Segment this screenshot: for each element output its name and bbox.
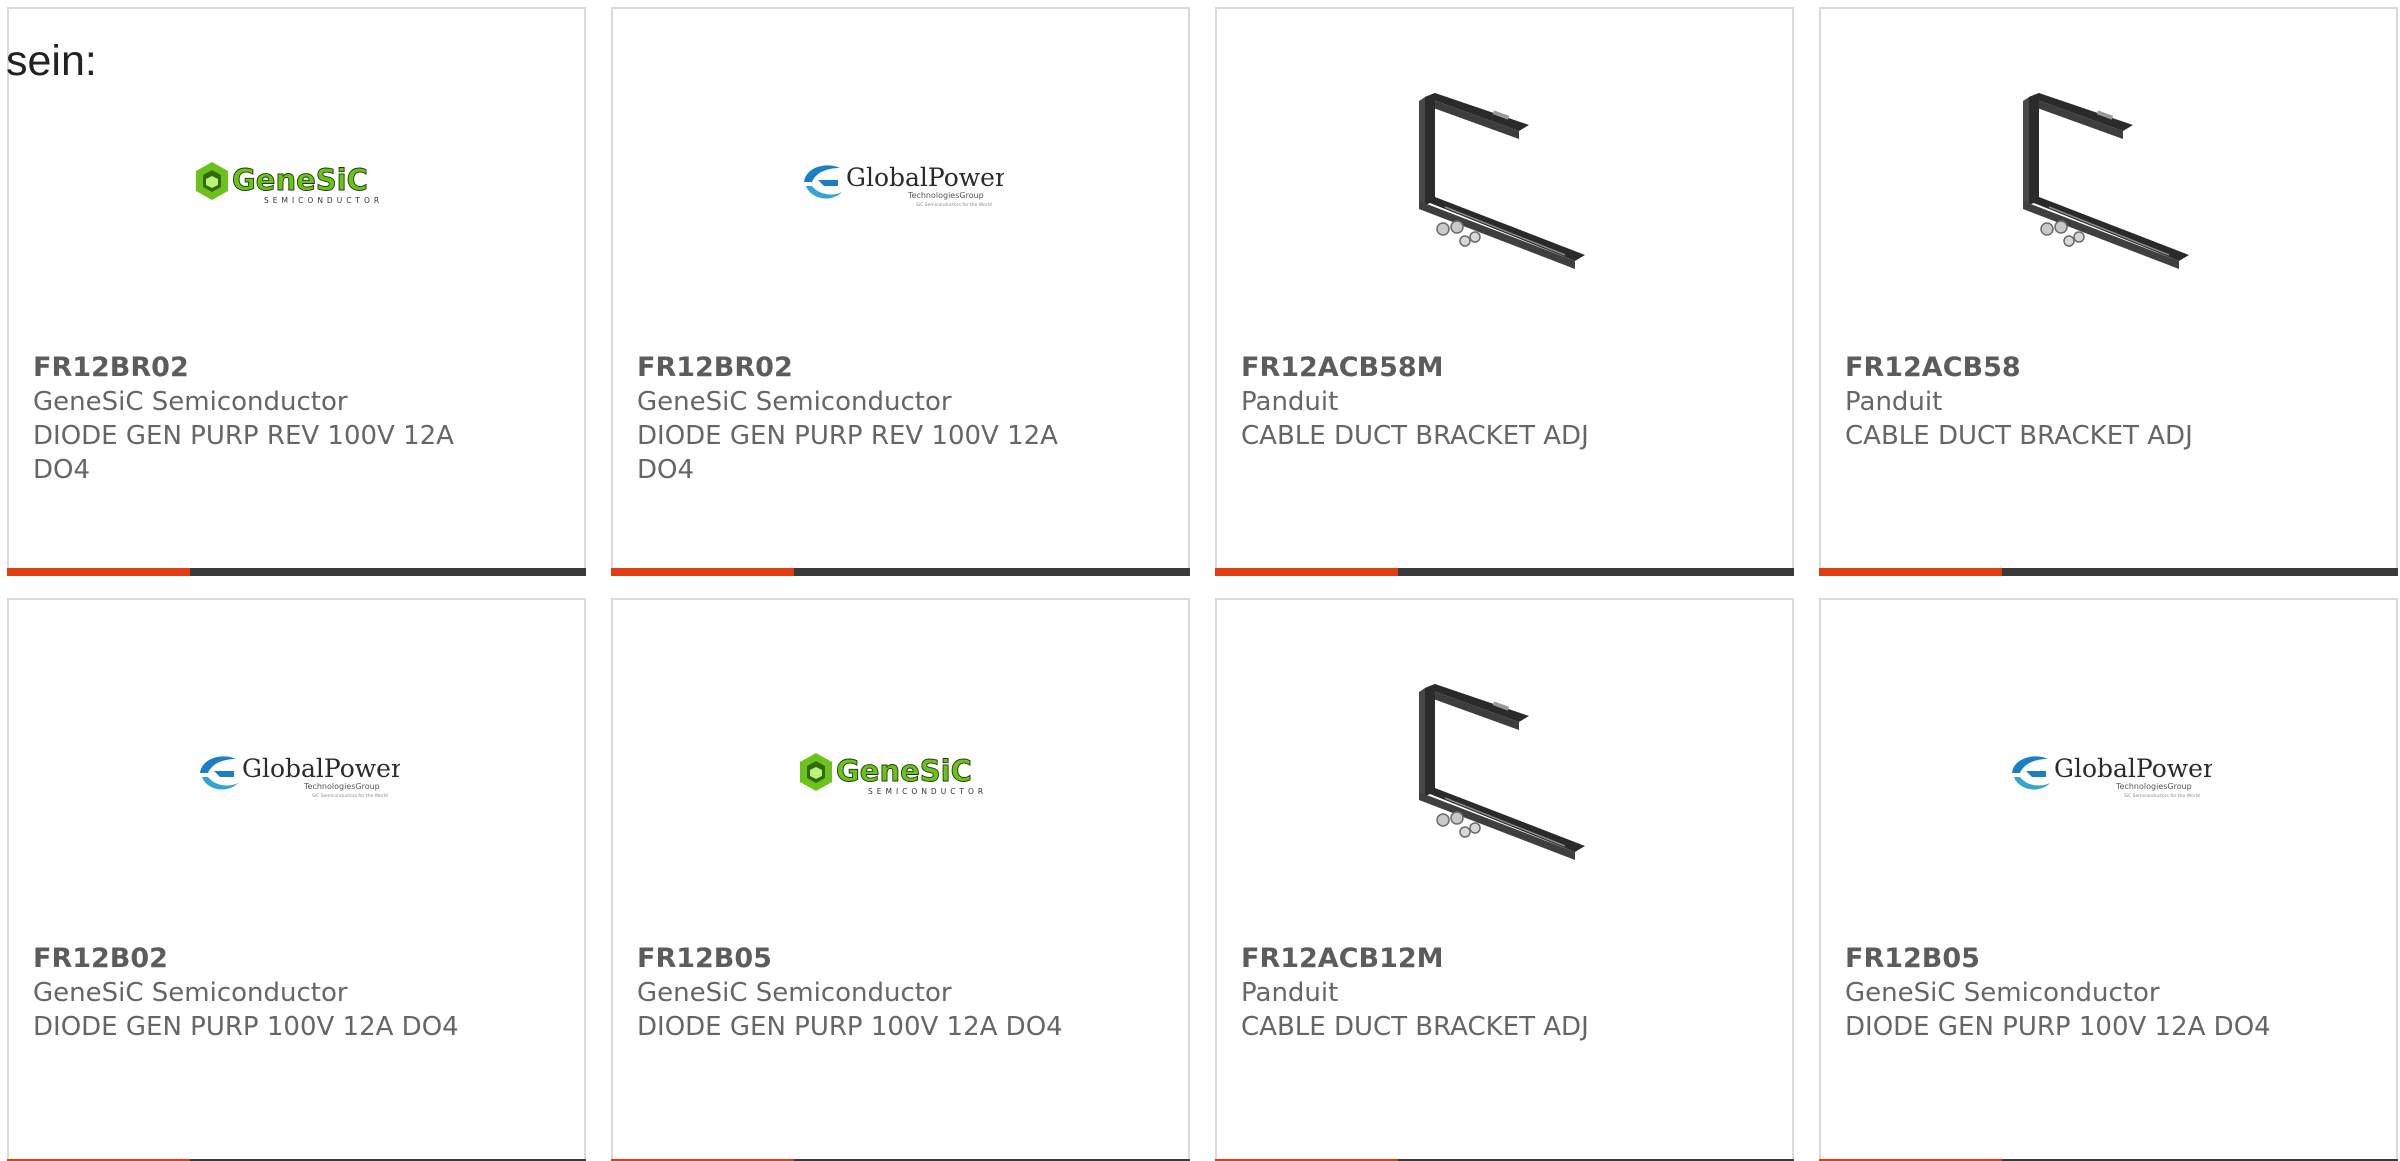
part-number[interactable]: FR12ACB12M xyxy=(1241,942,1681,976)
product-info: FR12B05 GeneSiC Semiconductor DIODE GEN PU… xyxy=(637,942,1077,1044)
cable-duct-bracket-image xyxy=(1418,684,1585,860)
manufacturer-name: GeneSiC Semiconductor xyxy=(33,387,348,417)
product-info: FR12BR02 GeneSiC Semiconductor DIODE GEN P… xyxy=(33,351,473,487)
product-card[interactable]: GlobalPower TechnologiesGroup SiC Semico… xyxy=(7,598,586,1161)
svg-text:GeneSiC: GeneSiC xyxy=(836,754,972,788)
card-bottom-bar xyxy=(1215,568,1794,576)
product-description: DIODE GEN PURP 100V 12A DO4 xyxy=(637,1012,1063,1042)
part-number[interactable]: FR12ACB58 xyxy=(1845,351,2285,385)
globalpower-logo: GlobalPower TechnologiesGroup SiC Semico… xyxy=(2011,754,2212,799)
product-image[interactable] xyxy=(1821,79,2396,289)
manufacturer-name: Panduit xyxy=(1845,387,1943,417)
svg-text:SiC Semiconductors for the Wor: SiC Semiconductors for the World xyxy=(916,202,992,208)
manufacturer-name: Panduit xyxy=(1241,978,1339,1008)
product-description: DIODE GEN PURP 100V 12A DO4 xyxy=(1845,1012,2271,1042)
svg-text:GlobalPower: GlobalPower xyxy=(846,163,1004,192)
svg-text:TechnologiesGroup: TechnologiesGroup xyxy=(907,191,984,200)
globalpower-logo: GlobalPower TechnologiesGroup SiC Semico… xyxy=(199,754,400,799)
genesic-logo: GeneSiC SEMICONDUCTOR xyxy=(799,753,987,796)
product-info: FR12B02 GeneSiC Semiconductor DIODE GEN PU… xyxy=(33,942,473,1044)
product-image[interactable]: GeneSiC SEMICONDUCTOR xyxy=(9,79,584,289)
svg-text:SEMICONDUCTOR: SEMICONDUCTOR xyxy=(264,196,383,205)
card-bottom-bar xyxy=(7,568,586,576)
product-description: DIODE GEN PURP 100V 12A DO4 xyxy=(33,1012,459,1042)
product-description: CABLE DUCT BRACKET ADJ xyxy=(1241,1012,1589,1042)
product-card[interactable]: GlobalPower TechnologiesGroup SiC Semico… xyxy=(1819,598,2398,1161)
svg-text:TechnologiesGroup: TechnologiesGroup xyxy=(303,782,380,791)
product-card[interactable]: FR12ACB58M Panduit CABLE DUCT BRACKET ADJ xyxy=(1215,7,1794,576)
product-card[interactable]: GlobalPower TechnologiesGroup SiC Semico… xyxy=(611,7,1190,576)
part-number[interactable]: FR12ACB58M xyxy=(1241,351,1681,385)
card-bottom-bar xyxy=(611,568,1190,576)
product-info: FR12B05 GeneSiC Semiconductor DIODE GEN PU… xyxy=(1845,942,2285,1044)
cable-duct-bracket-image xyxy=(2022,93,2189,269)
product-card[interactable]: GeneSiC SEMICONDUCTOR FR12B05 GeneSiC Sem… xyxy=(611,598,1190,1161)
product-description: DIODE GEN PURP REV 100V 12A DO4 xyxy=(637,421,1058,485)
card-accent-strip xyxy=(7,568,190,576)
product-results-page: sein: GeneSiC SEMICONDUCTOR FR12BR02 Gene… xyxy=(0,0,2400,1161)
part-number[interactable]: FR12B05 xyxy=(637,942,1077,976)
card-accent-strip xyxy=(1215,568,1398,576)
svg-text:GeneSiC: GeneSiC xyxy=(232,163,368,197)
product-description: CABLE DUCT BRACKET ADJ xyxy=(1845,421,2193,451)
product-card[interactable]: FR12ACB12M Panduit CABLE DUCT BRACKET ADJ xyxy=(1215,598,1794,1161)
product-card[interactable]: FR12ACB58 Panduit CABLE DUCT BRACKET ADJ xyxy=(1819,7,2398,576)
product-grid: GeneSiC SEMICONDUCTOR FR12BR02 GeneSiC Se… xyxy=(7,7,2398,1161)
svg-text:SEMICONDUCTOR: SEMICONDUCTOR xyxy=(868,787,987,796)
product-image[interactable]: GeneSiC SEMICONDUCTOR xyxy=(613,670,1188,880)
part-number[interactable]: FR12B02 xyxy=(33,942,473,976)
part-number[interactable]: FR12B05 xyxy=(1845,942,2285,976)
product-description: CABLE DUCT BRACKET ADJ xyxy=(1241,421,1589,451)
svg-text:SiC Semiconductors for the Wor: SiC Semiconductors for the World xyxy=(2124,793,2200,799)
card-accent-strip xyxy=(1819,568,2002,576)
manufacturer-name: GeneSiC Semiconductor xyxy=(33,978,348,1008)
cable-duct-bracket-image xyxy=(1418,93,1585,269)
product-image[interactable]: GlobalPower TechnologiesGroup SiC Semico… xyxy=(1821,670,2396,880)
product-info: FR12ACB58 Panduit CABLE DUCT BRACKET ADJ xyxy=(1845,351,2285,453)
svg-text:TechnologiesGroup: TechnologiesGroup xyxy=(2115,782,2192,791)
product-info: FR12ACB12M Panduit CABLE DUCT BRACKET ADJ xyxy=(1241,942,1681,1044)
product-image[interactable]: GlobalPower TechnologiesGroup SiC Semico… xyxy=(613,79,1188,289)
product-image[interactable]: GlobalPower TechnologiesGroup SiC Semico… xyxy=(9,670,584,880)
svg-text:GlobalPower: GlobalPower xyxy=(242,754,400,783)
manufacturer-name: Panduit xyxy=(1241,387,1339,417)
genesic-logo: GeneSiC SEMICONDUCTOR xyxy=(195,162,383,205)
product-info: FR12BR02 GeneSiC Semiconductor DIODE GEN P… xyxy=(637,351,1077,487)
product-card[interactable]: GeneSiC SEMICONDUCTOR FR12BR02 GeneSiC Se… xyxy=(7,7,586,576)
manufacturer-name: GeneSiC Semiconductor xyxy=(637,978,952,1008)
card-bottom-bar xyxy=(1819,568,2398,576)
svg-text:GlobalPower: GlobalPower xyxy=(2054,754,2212,783)
product-image[interactable] xyxy=(1217,670,1792,880)
card-accent-strip xyxy=(611,568,794,576)
product-image[interactable] xyxy=(1217,79,1792,289)
part-number[interactable]: FR12BR02 xyxy=(33,351,473,385)
manufacturer-name: GeneSiC Semiconductor xyxy=(637,387,952,417)
svg-text:SiC Semiconductors for the Wor: SiC Semiconductors for the World xyxy=(312,793,388,799)
intro-text: sein: xyxy=(6,37,97,85)
part-number[interactable]: FR12BR02 xyxy=(637,351,1077,385)
globalpower-logo: GlobalPower TechnologiesGroup SiC Semico… xyxy=(803,163,1004,208)
product-description: DIODE GEN PURP REV 100V 12A DO4 xyxy=(33,421,454,485)
product-info: FR12ACB58M Panduit CABLE DUCT BRACKET ADJ xyxy=(1241,351,1681,453)
manufacturer-name: GeneSiC Semiconductor xyxy=(1845,978,2160,1008)
